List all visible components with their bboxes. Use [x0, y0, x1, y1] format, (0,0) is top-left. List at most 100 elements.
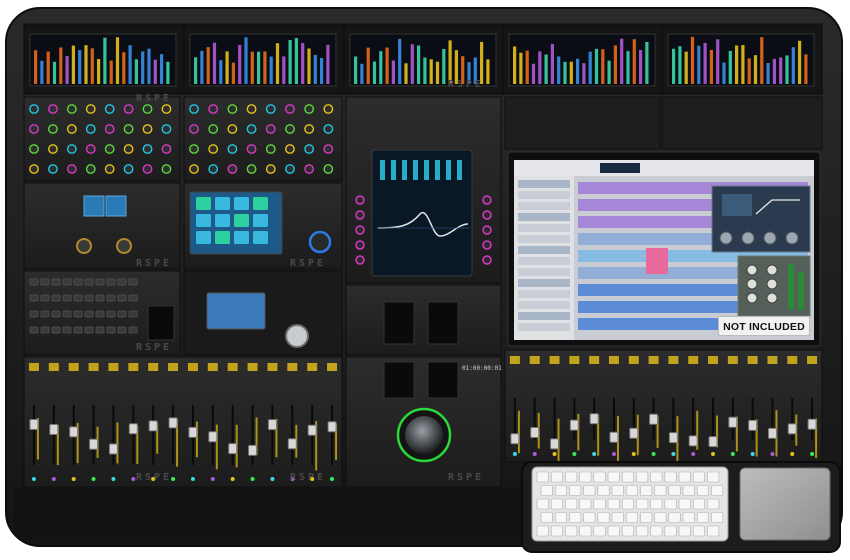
meter-bar	[275, 43, 280, 84]
center-eq-module	[345, 96, 502, 284]
keyboard-key	[593, 498, 606, 510]
eq-meter	[402, 160, 407, 180]
data-encoder	[308, 230, 332, 254]
mixing-console	[5, 7, 843, 553]
keyboard-key	[711, 485, 724, 496]
keyboard-key	[640, 485, 653, 496]
meter-bar	[417, 45, 421, 84]
meter-bar	[709, 49, 713, 84]
rotary-knob	[208, 124, 219, 134]
meter-bar	[244, 37, 248, 84]
eq-meter	[391, 160, 396, 180]
keyboard-key	[554, 512, 568, 523]
channel-name-strip	[727, 356, 738, 364]
channel-name-strip	[509, 356, 520, 364]
rotary-knob	[66, 104, 77, 114]
meter-bar	[109, 60, 113, 84]
keyboard-key	[607, 525, 620, 537]
transport-key	[51, 326, 61, 334]
channel-led	[330, 477, 335, 481]
touch-button	[215, 197, 230, 210]
fader-slot	[112, 405, 115, 465]
meter-bar	[435, 61, 440, 84]
rotary-knob	[246, 144, 257, 154]
plugin-knob	[746, 264, 758, 276]
keyboard-key	[625, 485, 639, 496]
fader-cap	[708, 436, 718, 448]
eq-knob	[482, 195, 492, 205]
not-included-badge: NOT INCLUDED	[718, 316, 810, 336]
fader-slot	[751, 398, 754, 440]
trackpad-icon	[739, 467, 831, 541]
channel-led	[131, 477, 136, 481]
eq-knob	[355, 240, 365, 250]
brand-logo: RSPE	[136, 258, 173, 269]
keyboard-key	[565, 471, 578, 483]
keyboard-key	[625, 512, 639, 523]
rotary-knob	[104, 144, 115, 154]
plugin-knob	[746, 278, 758, 290]
meter-bar	[225, 51, 229, 84]
transport-key	[29, 278, 39, 286]
meter-bar	[294, 38, 298, 84]
rotary-knob	[142, 144, 153, 154]
meter-bar	[122, 52, 126, 84]
meter-bar	[519, 52, 523, 84]
rotary-knob	[304, 104, 315, 114]
meter-bar	[46, 51, 50, 84]
transport-key	[106, 294, 116, 302]
keyboard-key	[607, 471, 620, 483]
meter-bar	[582, 63, 586, 84]
channel-meter	[577, 413, 580, 451]
meter-bar	[525, 50, 529, 84]
keyboard-key	[650, 471, 663, 483]
meter-bar	[513, 46, 517, 84]
channel-led	[71, 477, 76, 481]
keyboard-key	[565, 525, 578, 537]
monitor-level-knob	[76, 238, 92, 254]
channel-led	[730, 452, 735, 456]
meter-bar	[134, 59, 138, 84]
plugin-knob	[785, 231, 799, 245]
knob-module	[23, 96, 181, 182]
channel-name-strip	[247, 363, 258, 371]
rotary-knob	[285, 124, 295, 134]
fader-slot	[92, 405, 95, 465]
touch-button	[234, 214, 249, 227]
meter-bar	[576, 58, 580, 84]
meter-bar	[678, 46, 682, 84]
rotary-knob	[29, 144, 39, 154]
keyboard-key	[579, 471, 592, 483]
meter-bar	[607, 60, 611, 84]
keyboard-key	[597, 512, 610, 523]
transport-key	[84, 326, 94, 334]
rotary-knob	[123, 164, 134, 174]
keyboard-key	[611, 512, 624, 523]
meter-bar	[103, 37, 107, 84]
channel-name-strip	[569, 356, 580, 364]
meter-bar	[486, 59, 490, 84]
daw-track-row	[518, 246, 570, 254]
rotary-knob	[104, 124, 115, 134]
fader-cap	[287, 438, 297, 450]
daw-counter	[600, 163, 640, 173]
eq-meter	[380, 160, 385, 180]
meter-bar	[804, 54, 808, 84]
fader-slot	[692, 398, 695, 440]
fader-cap	[208, 431, 218, 443]
channel-name-strip	[767, 356, 778, 364]
channel-name-strip	[549, 356, 560, 364]
joystick-knob	[285, 324, 309, 348]
meter-bar	[372, 61, 377, 84]
meter-bar	[90, 48, 94, 84]
monitor-control-module	[23, 182, 181, 270]
meter-bar	[320, 57, 324, 84]
keyboard-key	[550, 498, 564, 510]
keyboard-key	[593, 525, 606, 537]
transport-key	[84, 294, 94, 302]
fader-slot	[152, 405, 155, 465]
meter-bar	[301, 43, 305, 84]
timecode-display: 01:00:00:01	[462, 365, 502, 372]
keyboard-key	[607, 498, 620, 510]
transport-key	[84, 310, 94, 318]
